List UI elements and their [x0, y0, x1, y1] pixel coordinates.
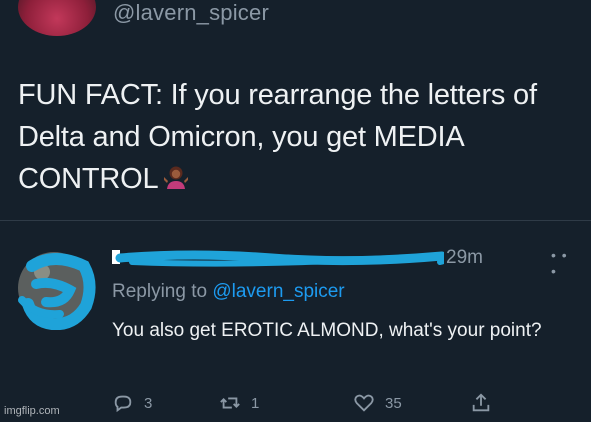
reply-author-name-redacted	[112, 250, 444, 267]
divider	[0, 220, 591, 221]
original-author-handle[interactable]: @lavern_spicer	[113, 0, 269, 26]
reply-text: You also get EROTIC ALMOND, what's your …	[112, 320, 542, 341]
like-count: 35	[385, 394, 402, 412]
retweet-button[interactable]: 1	[219, 392, 259, 414]
replying-to-label: Replying to	[112, 281, 208, 302]
share-button[interactable]	[470, 392, 492, 414]
original-tweet-body: FUN FACT: If you rearrange the letters o…	[18, 79, 537, 195]
replying-to-handle[interactable]: @lavern_spicer	[212, 281, 344, 302]
more-icon[interactable]: • • •	[551, 247, 575, 279]
original-tweet-text: FUN FACT: If you rearrange the letters o…	[18, 74, 578, 200]
original-author-avatar[interactable]	[18, 0, 96, 36]
tweet-screenshot: @lavern_spicer FUN FACT: If you rearrang…	[0, 0, 591, 422]
share-icon	[472, 393, 490, 412]
person-shrugging-icon	[164, 166, 189, 189]
like-button[interactable]: 35	[353, 392, 402, 414]
replying-to-line: Replying to @lavern_spicer	[112, 281, 345, 303]
retweet-icon	[220, 397, 240, 409]
retweet-count: 1	[251, 394, 260, 412]
reply-author-avatar-redacted[interactable]	[12, 244, 98, 330]
action-bar: 3 1 35	[0, 392, 591, 414]
watermark: imgflip.com	[4, 405, 60, 417]
heart-icon	[354, 394, 374, 412]
reply-count: 3	[144, 394, 153, 412]
reply-timestamp[interactable]: 29m	[446, 247, 483, 269]
reply-icon	[114, 395, 132, 413]
reply-button[interactable]: 3	[112, 392, 152, 414]
